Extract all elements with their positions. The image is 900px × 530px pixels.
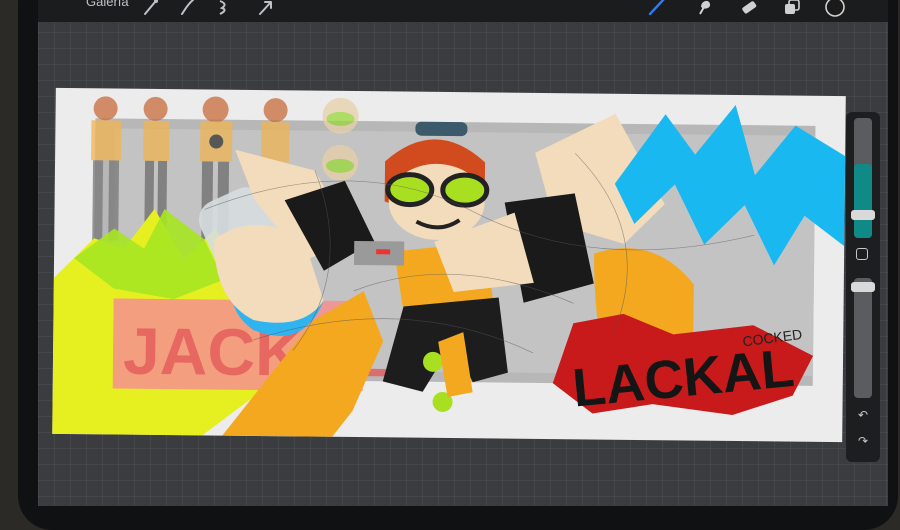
opacity-thumb[interactable]: [851, 282, 875, 292]
gallery-button[interactable]: Galería: [86, 0, 129, 9]
artwork: JACKAL LACKAL COCKED: [52, 96, 846, 437]
side-toolbar: ↶ ↷: [846, 112, 880, 462]
smudge-icon[interactable]: [694, 0, 714, 16]
move-icon[interactable]: [256, 0, 276, 16]
eraser-icon[interactable]: [738, 0, 758, 16]
goggle-left: [385, 172, 435, 208]
brush-size-thumb[interactable]: [851, 210, 875, 220]
procreate-screen: Galería JACKAL LACKAL COCKED ↶ ↷: [38, 0, 888, 506]
drawing-canvas[interactable]: JACKAL LACKAL COCKED: [52, 87, 846, 443]
radio-led: [376, 249, 391, 255]
color-icon[interactable]: [824, 0, 846, 18]
redo-icon[interactable]: ↷: [856, 434, 870, 448]
brush-size-fill: [854, 164, 872, 238]
headphone-band: [415, 121, 468, 137]
modify-button[interactable]: [856, 248, 868, 260]
brush-size-slider[interactable]: [854, 118, 872, 238]
undo-icon[interactable]: ↶: [856, 408, 870, 422]
selection-icon[interactable]: [178, 0, 198, 16]
reference-figure-4: [261, 98, 290, 163]
opacity-slider[interactable]: [854, 278, 872, 398]
brush-icon[interactable]: [647, 0, 667, 16]
top-toolbar: Galería: [38, 0, 888, 22]
layers-icon[interactable]: [782, 0, 802, 16]
wand-icon[interactable]: [141, 0, 161, 16]
transform-icon[interactable]: [214, 0, 234, 16]
